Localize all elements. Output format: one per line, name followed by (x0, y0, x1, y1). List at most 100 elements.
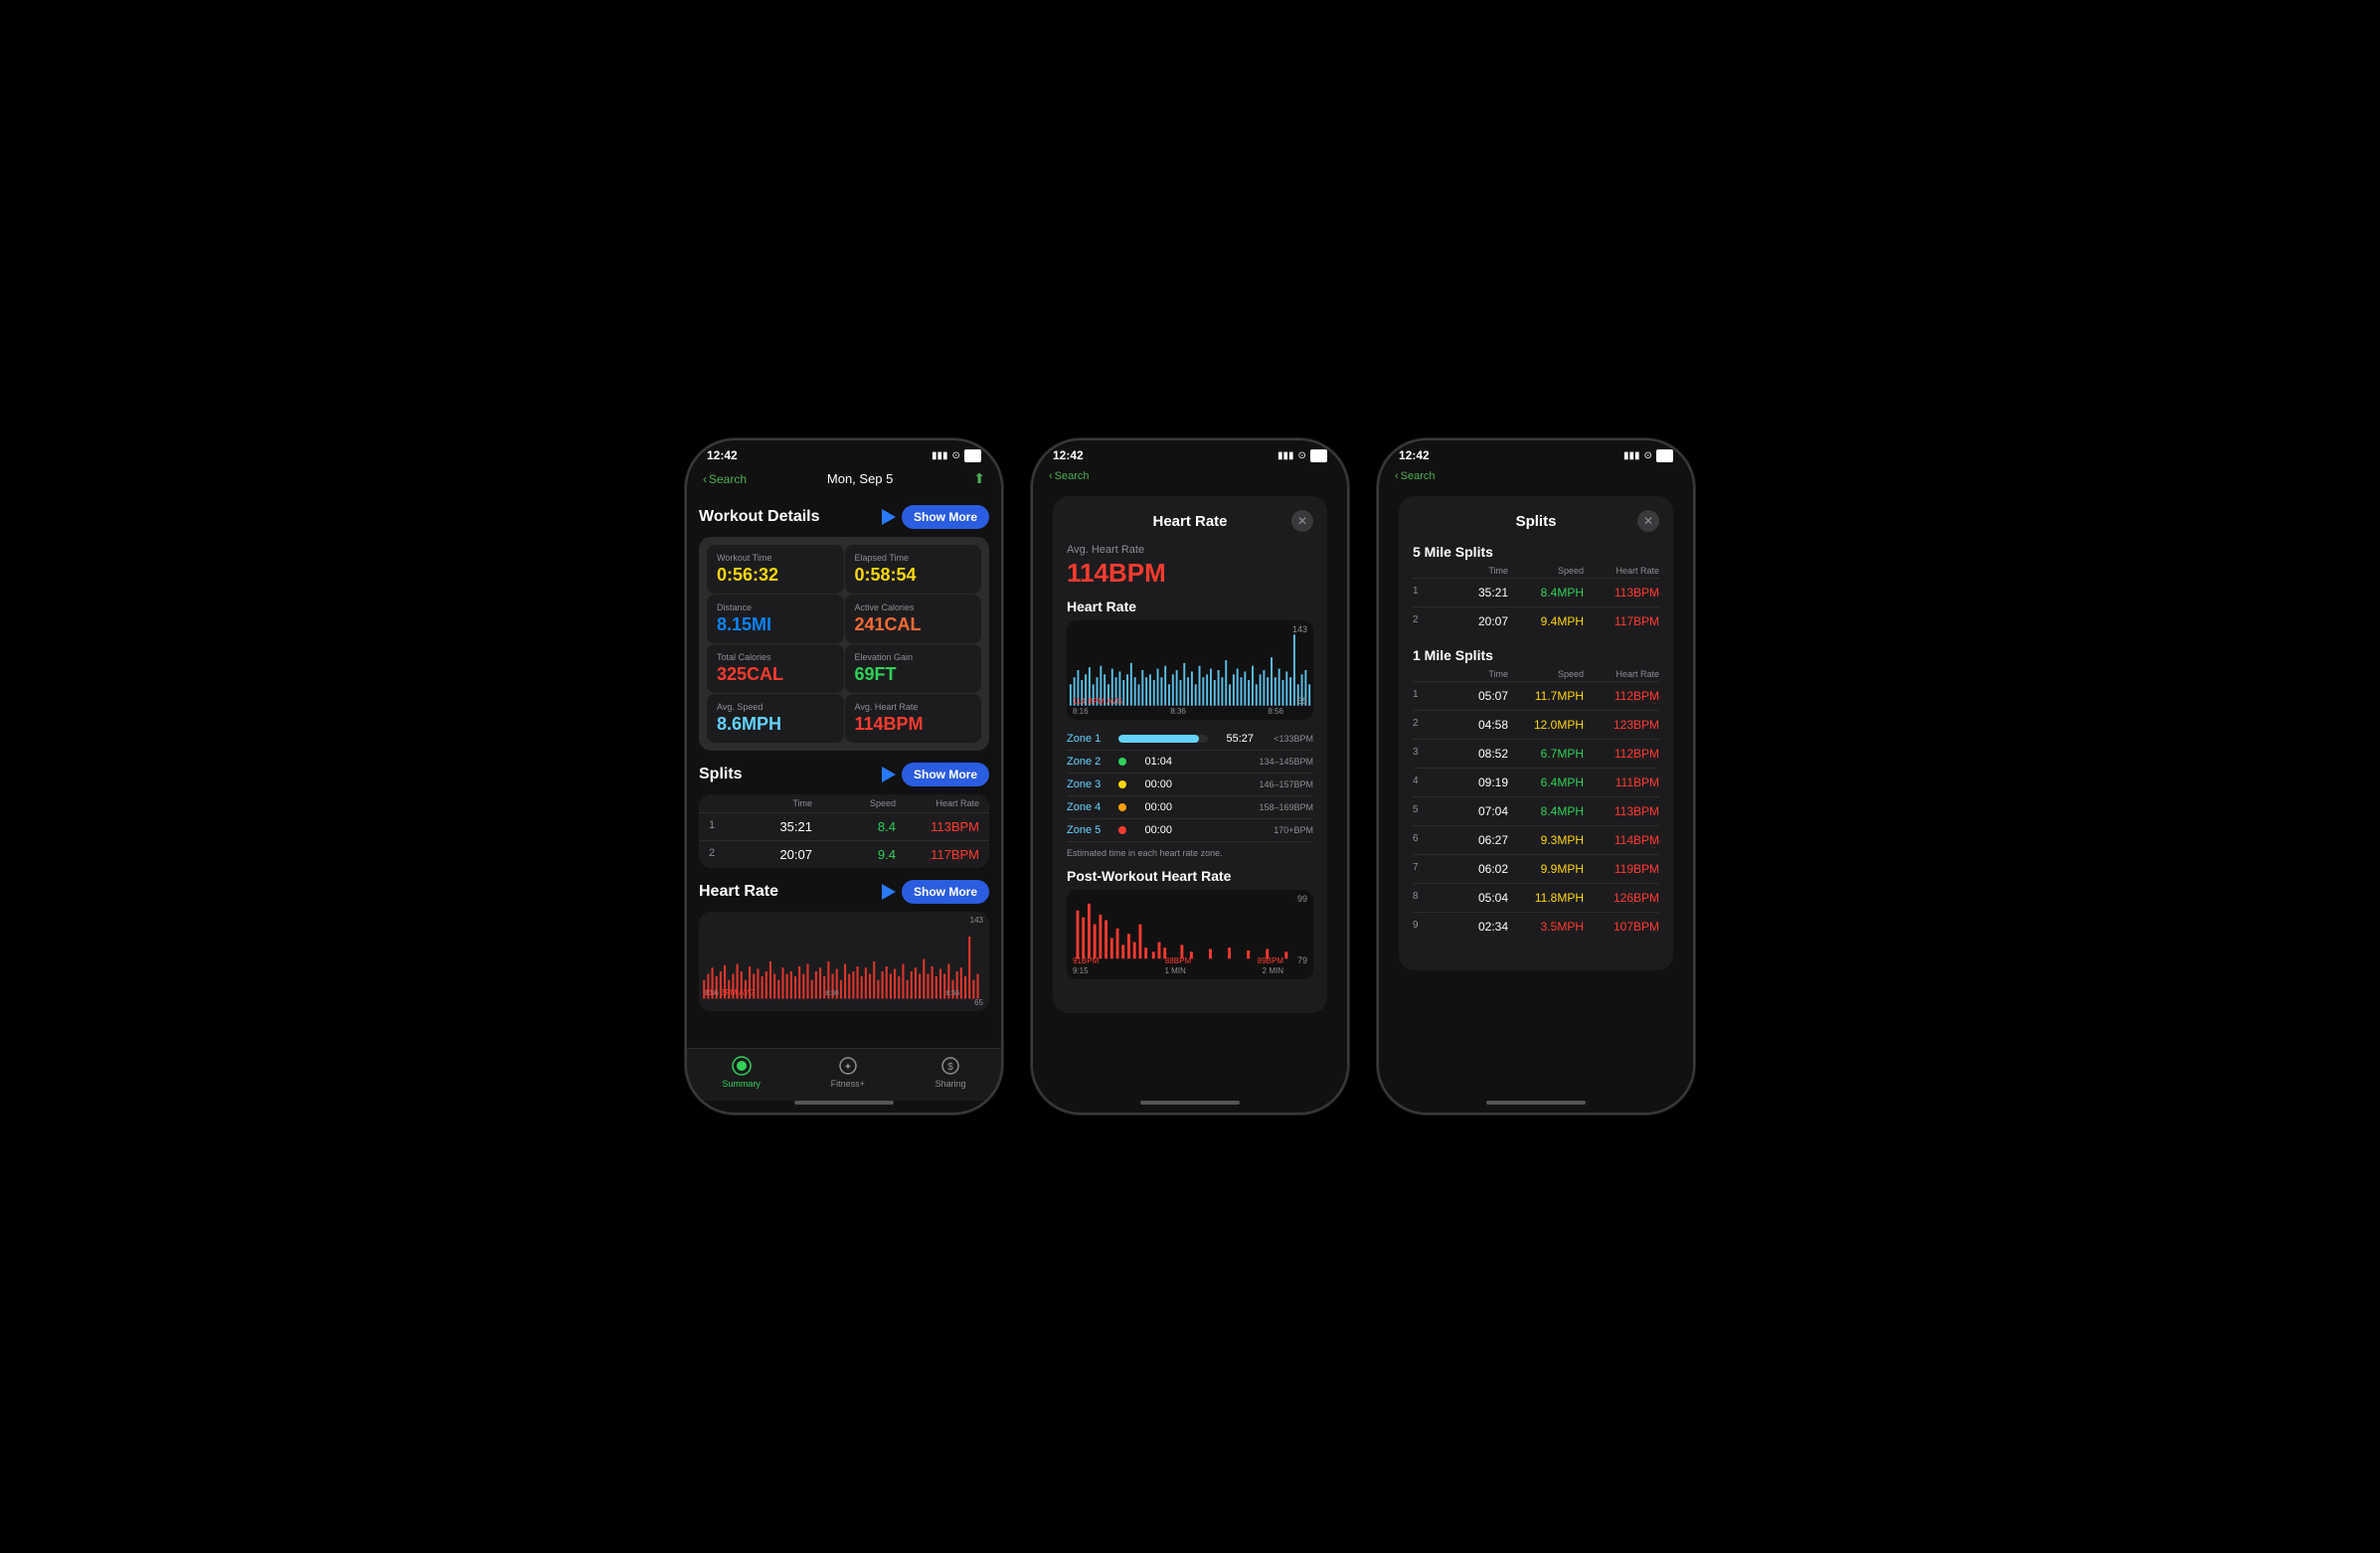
hr-chart-min: 65 (974, 998, 983, 1007)
zone-5-range: 170+BPM (1254, 825, 1313, 835)
battery-2: 57 (1310, 449, 1327, 462)
hr-modal-chart-max: 143 (1292, 624, 1307, 634)
workout-value-3: 241CAL (855, 614, 972, 635)
workout-cell-1: Elapsed Time 0:58:54 (845, 545, 982, 594)
zone-2: Zone 2 01:04 134–145BPM (1067, 751, 1313, 774)
zone-note: Estimated time in each heart rate zone. (1067, 848, 1313, 858)
1m-num-8: 9 (1413, 920, 1433, 934)
five-mile-title: 5 Mile Splits (1413, 544, 1659, 560)
workout-label-0: Workout Time (717, 553, 834, 563)
workout-value-4: 325CAL (717, 664, 834, 685)
zone-4-time: 00:00 (1132, 801, 1172, 813)
5m-num-0: 1 (1413, 586, 1433, 600)
zone-2-label: Zone 2 (1067, 756, 1112, 768)
workout-cell-0: Workout Time 0:56:32 (707, 545, 844, 594)
zone-3: Zone 3 00:00 146–157BPM (1067, 774, 1313, 796)
5m-num-1: 2 (1413, 614, 1433, 628)
zone-3-range: 146–157BPM (1254, 779, 1313, 789)
1m-hr-4: 113BPM (1588, 804, 1659, 818)
splits-hr-0: 113BPM (900, 819, 979, 834)
tab-fitness-label: Fitness+ (831, 1079, 865, 1089)
1m-hr-3: 111BPM (1588, 776, 1659, 789)
splits-table: Time Speed Heart Rate 1 35:21 8.4 113BPM… (699, 794, 989, 868)
1m-row-3: 4 09:19 6.4MPH 111BPM (1413, 768, 1659, 796)
wifi-icon-3: ⊙ (1643, 450, 1651, 461)
hr-header: Heart Rate Show More (699, 880, 989, 904)
1m-time-8: 02:34 (1437, 920, 1508, 934)
share-icon[interactable]: ⬆ (973, 470, 985, 487)
tab-summary[interactable]: Summary (722, 1055, 761, 1089)
workout-value-5: 69FT (855, 664, 972, 685)
workout-value-6: 8.6MPH (717, 714, 834, 735)
workout-label-6: Avg. Speed (717, 702, 834, 712)
1m-row-4: 5 07:04 8.4MPH 113BPM (1413, 796, 1659, 825)
status-time-3: 12:42 (1399, 448, 1430, 462)
zones-container: Zone 1 55:27 <133BPM Zone 2 01:04 (1067, 728, 1313, 842)
hr-chart: 143 (699, 912, 989, 1011)
1m-hr-5: 114BPM (1588, 833, 1659, 847)
status-icons-1: ▮▮▮ ⊙ 57 (932, 449, 981, 462)
phone2-content[interactable]: Heart Rate ✕ Avg. Heart Rate 114BPM Hear… (1033, 488, 1347, 1101)
hr-modal-close-button[interactable]: ✕ (1291, 510, 1313, 532)
1m-hr-2: 112BPM (1588, 747, 1659, 761)
nav-back-3[interactable]: ‹ Search (1395, 470, 1436, 482)
tab-sharing[interactable]: $ Sharing (935, 1055, 966, 1089)
1m-time-7: 05:04 (1437, 891, 1508, 905)
hr-modal-chart: 143 (1067, 620, 1313, 720)
zone-5-label: Zone 5 (1067, 824, 1112, 836)
hr-modal-t2: 8:56 (1268, 707, 1283, 716)
post-t0: 9:15 (1073, 966, 1089, 975)
splits-row-0: 1 35:21 8.4 113BPM (699, 812, 989, 840)
splits-modal-title-row: Splits ✕ (1413, 510, 1659, 532)
1m-hr-1: 123BPM (1588, 718, 1659, 732)
splits-modal-close-button[interactable]: ✕ (1637, 510, 1659, 532)
splits-col-hr: Heart Rate (900, 798, 979, 808)
splits-num-1: 2 (709, 847, 729, 862)
hr-modal-t1: 8:36 (1170, 707, 1186, 716)
1m-speed-1: 12.0MPH (1512, 718, 1584, 732)
hr-show-more-button[interactable]: Show More (902, 880, 989, 904)
phone-3: 12:42 ▮▮▮ ⊙ 57 ‹ Search (1377, 438, 1695, 1115)
5m-h3: Heart Rate (1588, 566, 1659, 576)
1m-row-2: 3 08:52 6.7MPH 112BPM (1413, 739, 1659, 768)
5m-h1: Time (1437, 566, 1508, 576)
splits-show-more-button[interactable]: Show More (902, 763, 989, 786)
splits-modal: Splits ✕ 5 Mile Splits Time Speed Heart … (1399, 496, 1673, 970)
nav-bar-1: ‹ Search Mon, Sep 5 ⬆ (687, 466, 1001, 493)
post-bpm0: 91BPM (1073, 956, 1099, 965)
nav-back-label-3: Search (1401, 470, 1436, 482)
1m-num-4: 5 (1413, 804, 1433, 818)
one-mile-title: 1 Mile Splits (1413, 647, 1659, 663)
zone-4-label: Zone 4 (1067, 801, 1112, 813)
workout-details-header: Workout Details Show More (699, 505, 989, 529)
workout-cell-7: Avg. Heart Rate 114BPM (845, 694, 982, 743)
5m-row-0: 1 35:21 8.4MPH 113BPM (1413, 578, 1659, 606)
1m-num-1: 2 (1413, 718, 1433, 732)
avg-hr-label: Avg. Heart Rate (1067, 544, 1313, 556)
splits-time-1: 20:07 (733, 847, 812, 862)
nav-back-2[interactable]: ‹ Search (1049, 470, 1090, 482)
phone1-content[interactable]: Workout Details Show More Workout Time 0… (687, 493, 1001, 1048)
workout-grid: Workout Time 0:56:32 Elapsed Time 0:58:5… (699, 537, 989, 751)
1m-row-8: 9 02:34 3.5MPH 107BPM (1413, 912, 1659, 941)
one-mile-header: Time Speed Heart Rate (1413, 667, 1659, 681)
1m-row-5: 6 06:27 9.3MPH 114BPM (1413, 825, 1659, 854)
1m-speed-3: 6.4MPH (1512, 776, 1584, 789)
post-chart-max: 99 (1297, 894, 1307, 904)
home-indicator-1 (794, 1101, 894, 1105)
tab-fitness[interactable]: ✦ Fitness+ (831, 1055, 865, 1089)
workout-show-more-button[interactable]: Show More (902, 505, 989, 529)
1m-hr-7: 126BPM (1588, 891, 1659, 905)
5m-h0 (1413, 566, 1433, 576)
splits-time-0: 35:21 (733, 819, 812, 834)
1m-num-6: 7 (1413, 862, 1433, 876)
nav-back-1[interactable]: ‹ Search (703, 472, 747, 486)
5m-hr-0: 113BPM (1588, 586, 1659, 600)
phone3-content[interactable]: Splits ✕ 5 Mile Splits Time Speed Heart … (1379, 488, 1693, 1101)
signal-icon-2: ▮▮▮ (1277, 450, 1294, 461)
zone-1-bar (1118, 735, 1199, 743)
1m-time-4: 07:04 (1437, 804, 1508, 818)
zone-5-dot (1118, 826, 1126, 834)
post-t1: 1 MIN (1164, 966, 1185, 975)
splits-speed-1: 9.4 (816, 847, 896, 862)
